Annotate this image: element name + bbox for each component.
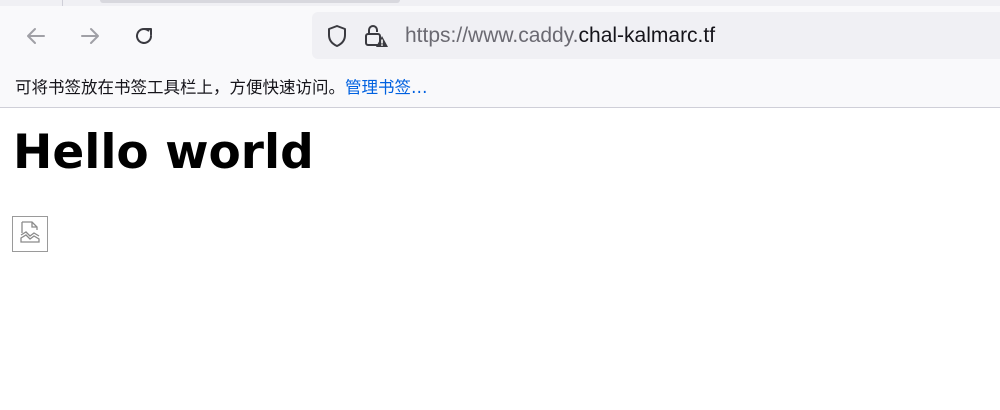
broken-image-icon [19, 220, 41, 248]
manage-bookmarks-link[interactable]: 管理书签… [345, 74, 428, 98]
bookmarks-empty-message: 可将书签放在书签工具栏上，方便快速访问。 [15, 78, 345, 97]
url-bar[interactable]: https://www.caddy.chal-kalmarc.tf [312, 12, 1000, 59]
back-button[interactable] [18, 18, 54, 54]
active-tab-edge[interactable] [100, 0, 400, 3]
broken-image [12, 216, 48, 252]
url-prefix: https://www.caddy. [405, 24, 579, 47]
url-domain: chal-kalmarc.tf [578, 24, 716, 47]
forward-arrow-icon [78, 24, 102, 48]
tab-divider [62, 0, 63, 6]
page-content: Hello world [0, 109, 1000, 410]
lock-warning-icon[interactable] [363, 23, 389, 49]
reload-icon [132, 24, 156, 48]
forward-button[interactable] [72, 18, 108, 54]
page-heading: Hello world [13, 125, 314, 180]
browser-toolbar: https://www.caddy.chal-kalmarc.tf 可将书签放在… [0, 0, 1000, 108]
shield-icon[interactable] [324, 23, 350, 49]
back-arrow-icon [24, 24, 48, 48]
bookmarks-toolbar: 可将书签放在书签工具栏上，方便快速访问。 管理书签… [0, 68, 1000, 104]
url-text[interactable]: https://www.caddy.chal-kalmarc.tf [405, 22, 715, 49]
reload-button[interactable] [126, 18, 162, 54]
tab-strip [0, 0, 1000, 6]
